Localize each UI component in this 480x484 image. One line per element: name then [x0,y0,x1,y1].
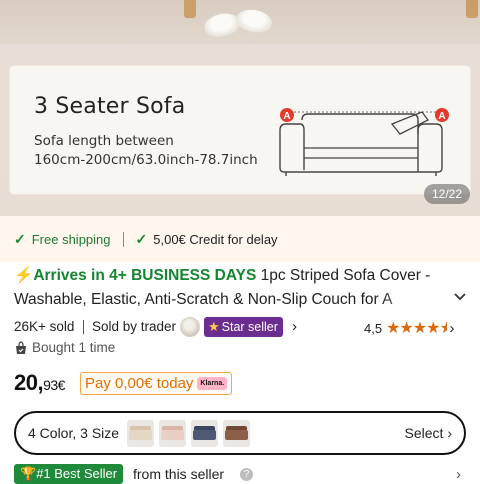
chevron-right-icon: › [449,319,455,337]
sofa-leg [466,0,478,18]
help-icon[interactable]: ? [240,468,253,481]
best-seller-badge: 🏆#1 Best Seller [14,464,124,484]
card-description: Sofa length between [34,133,174,149]
arrival-label: Arrives in 4+ BUSINESS DAYS [33,267,257,284]
size-info-card: 3 Seater Sofa Sofa length between 160cm-… [10,66,470,194]
klarna-offer[interactable]: Pay 0,00€ today Klarna. [80,372,233,395]
card-title: 3 Seater Sofa [34,94,186,119]
swatch-beige[interactable] [127,419,155,447]
card-dimensions: 160cm-200cm/63.0inch-78.7inch [34,152,258,168]
seller-avatar[interactable] [180,317,200,337]
bought-label: Bought 1 time [32,340,116,355]
bag-icon [16,340,26,354]
rating[interactable]: 4,5 ★★★★★ › [364,318,454,338]
free-shipping-label: Free shipping [31,231,111,247]
divider [122,231,124,247]
star-seller-badge[interactable]: ★ Star seller [204,317,283,337]
check-icon: ✓ [14,230,26,247]
sofa-leg [184,0,196,18]
dimension-marker-right: A [438,111,445,122]
sold-by-label[interactable]: Sold by trader [92,319,176,334]
price-cents: 93€ [43,377,65,393]
price: 20,93€ [14,370,65,396]
sold-count: 26K+ sold [14,319,75,334]
seller-row: 26K+ sold Sold by trader ★ Star seller › … [14,317,474,339]
select-label: Select [404,425,444,441]
title-fade [380,288,450,312]
klarna-logo: Klarna. [197,377,228,390]
chevron-down-icon[interactable] [452,290,468,304]
rating-stars: ★★★★★ [386,320,448,337]
star-icon: ★ [208,319,220,334]
variant-label: 4 Color, 3 Size [28,425,120,441]
rating-value: 4,5 [364,320,383,336]
swatch-brown[interactable] [223,419,251,447]
select-button[interactable]: Select › [405,425,452,441]
divider [83,320,84,334]
best-seller-label: #1 Best Seller [36,466,118,481]
best-seller-row[interactable]: 🏆#1 Best Seller from this seller ? › [14,462,474,484]
shipping-strip[interactable]: ✓ Free shipping ✓ 5,00€ Credit for delay [0,216,480,262]
bought-status: Bought 1 time [14,340,115,355]
star-seller-label: Star seller [221,320,278,334]
price-main: 20, [14,370,44,395]
chevron-right-icon[interactable]: › [456,466,461,483]
product-image[interactable]: 3 Seater Sofa Sofa length between 160cm-… [0,0,480,216]
variant-selector[interactable]: 4 Color, 3 Size Select › [14,411,466,455]
pay-today-label: Pay 0,00€ today [85,375,194,392]
chevron-right-icon[interactable]: › [292,318,297,335]
swatch-navy[interactable] [191,419,219,447]
image-counter: 12/22 [424,184,470,204]
dimension-marker-left: A [283,111,290,122]
trophy-icon: 🏆 [20,466,37,481]
swatch-pink[interactable] [159,419,187,447]
lightning-icon: ⚡ [14,267,34,284]
check-icon: ✓ [135,230,148,247]
delay-credit-label: 5,00€ Credit for delay [153,231,278,247]
